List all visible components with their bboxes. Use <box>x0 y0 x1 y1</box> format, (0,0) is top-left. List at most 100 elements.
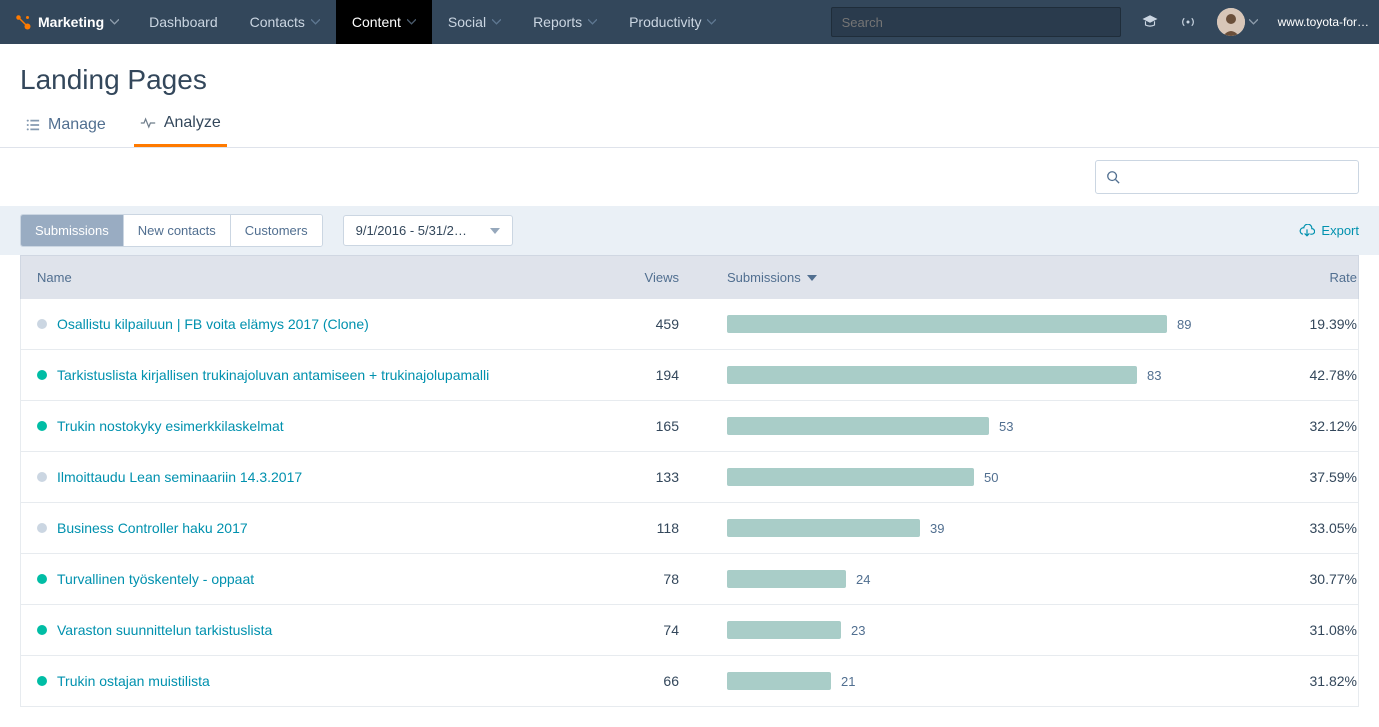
table-row: Business Controller haku 2017 118 39 33.05% <box>20 503 1359 554</box>
hubspot-logo-icon <box>14 13 32 31</box>
cell-rate: 33.05% <box>1217 520 1357 536</box>
toolbar: Submissions New contacts Customers 9/1/2… <box>0 206 1379 255</box>
tab-manage[interactable]: Manage <box>20 104 112 147</box>
brand-menu[interactable]: Marketing <box>0 0 133 44</box>
seg-submissions[interactable]: Submissions <box>21 215 123 246</box>
nav-label: Content <box>352 14 401 30</box>
chevron-down-icon <box>492 19 501 25</box>
subtabs: Manage Analyze <box>0 104 1379 148</box>
nav-contacts[interactable]: Contacts <box>234 0 336 44</box>
page-title: Landing Pages <box>0 44 1379 104</box>
cell-name: Business Controller haku 2017 <box>37 520 557 536</box>
activity-icon <box>140 116 156 130</box>
nav-social[interactable]: Social <box>432 0 517 44</box>
cell-views: 66 <box>557 673 697 689</box>
list-icon <box>26 118 40 132</box>
th-label: Submissions <box>727 270 801 285</box>
cell-rate: 19.39% <box>1217 316 1357 332</box>
status-dot <box>37 472 47 482</box>
cell-rate: 42.78% <box>1217 367 1357 383</box>
status-dot <box>37 370 47 380</box>
cell-rate: 32.12% <box>1217 418 1357 434</box>
cell-rate: 31.08% <box>1217 622 1357 638</box>
tab-analyze[interactable]: Analyze <box>134 104 227 147</box>
chevron-down-icon <box>1249 19 1258 25</box>
nav-content[interactable]: Content <box>336 0 432 44</box>
submissions-value: 39 <box>930 521 944 536</box>
avatar <box>1217 8 1245 36</box>
page-name-link[interactable]: Business Controller haku 2017 <box>57 520 248 536</box>
tab-label: Analyze <box>164 114 221 132</box>
seg-new-contacts[interactable]: New contacts <box>123 215 230 246</box>
table-header: Name Views Submissions Rate <box>20 255 1359 299</box>
user-menu[interactable] <box>1207 0 1268 44</box>
filter-bar <box>0 148 1379 206</box>
th-views[interactable]: Views <box>557 270 697 285</box>
nav-label: Dashboard <box>149 14 218 30</box>
cell-rate: 37.59% <box>1217 469 1357 485</box>
global-search[interactable] <box>831 7 1121 37</box>
page-name-link[interactable]: Trukin ostajan muistilista <box>57 673 210 689</box>
metric-segment: Submissions New contacts Customers <box>20 214 323 247</box>
page-name-link[interactable]: Trukin nostokyky esimerkkilaskelmat <box>57 418 284 434</box>
status-dot <box>37 574 47 584</box>
table-row: Varaston suunnittelun tarkistuslista7423… <box>20 605 1359 656</box>
page-name-link[interactable]: Tarkistuslista kirjallisen trukinajoluva… <box>57 367 489 383</box>
filter-search-input[interactable] <box>1128 169 1348 185</box>
cell-name: Varaston suunnittelun tarkistuslista <box>37 622 557 638</box>
nav-reports[interactable]: Reports <box>517 0 613 44</box>
nav-label: Reports <box>533 14 582 30</box>
nav-dashboard[interactable]: Dashboard <box>133 0 234 44</box>
chevron-down-icon <box>311 19 320 25</box>
cell-name: Ilmoittaudu Lean seminaariin 14.3.2017 <box>37 469 557 485</box>
table-row: Trukin nostokyky esimerkkilaskelmat16553… <box>20 401 1359 452</box>
site-switcher[interactable]: www.toyota-for… <box>1268 15 1379 29</box>
chevron-down-icon <box>407 19 416 25</box>
submissions-bar <box>727 315 1167 333</box>
date-range-label: 9/1/2016 - 5/31/2… <box>356 223 467 238</box>
cell-name: Tarkistuslista kirjallisen trukinajoluva… <box>37 367 557 383</box>
search-icon <box>1106 170 1120 184</box>
status-dot <box>37 421 47 431</box>
table-row: Turvallinen työskentely - oppaat782430.7… <box>20 554 1359 605</box>
status-dot <box>37 676 47 686</box>
cell-submissions: 53 <box>697 417 1217 435</box>
submissions-value: 89 <box>1177 317 1191 332</box>
submissions-bar <box>727 468 974 486</box>
page-name-link[interactable]: Osallistu kilpailuun | FB voita elämys 2… <box>57 316 369 332</box>
export-button[interactable]: Export <box>1299 223 1359 238</box>
broadcast-icon[interactable] <box>1169 0 1207 44</box>
page-name-link[interactable]: Ilmoittaudu Lean seminaariin 14.3.2017 <box>57 469 302 485</box>
landing-pages-table: Name Views Submissions Rate Osallistu ki… <box>0 255 1379 727</box>
table-row: Trukin ostajan muistilista662131.82% <box>20 656 1359 707</box>
global-search-input[interactable] <box>832 15 1120 30</box>
cell-submissions: 39 <box>697 519 1217 537</box>
submissions-bar <box>727 570 846 588</box>
seg-customers[interactable]: Customers <box>230 215 322 246</box>
submissions-value: 53 <box>999 419 1013 434</box>
export-label: Export <box>1321 223 1359 238</box>
filter-search[interactable] <box>1095 160 1359 194</box>
table-row: Ilmoittaudu Lean seminaariin 14.3.201713… <box>20 452 1359 503</box>
submissions-value: 24 <box>856 572 870 587</box>
academy-icon[interactable] <box>1131 0 1169 44</box>
page-name-link[interactable]: Varaston suunnittelun tarkistuslista <box>57 622 272 638</box>
th-name[interactable]: Name <box>37 270 557 285</box>
nav-productivity[interactable]: Productivity <box>613 0 732 44</box>
submissions-value: 83 <box>1147 368 1161 383</box>
date-range-picker[interactable]: 9/1/2016 - 5/31/2… <box>343 215 513 246</box>
cell-name: Turvallinen työskentely - oppaat <box>37 571 557 587</box>
nav-label: Social <box>448 14 486 30</box>
cell-views: 459 <box>557 316 697 332</box>
page-name-link[interactable]: Turvallinen työskentely - oppaat <box>57 571 254 587</box>
nav-label: Contacts <box>250 14 305 30</box>
cell-views: 74 <box>557 622 697 638</box>
th-rate[interactable]: Rate <box>1217 270 1357 285</box>
th-submissions[interactable]: Submissions <box>697 270 1217 285</box>
sort-desc-icon <box>807 275 817 281</box>
submissions-bar <box>727 672 831 690</box>
status-dot <box>37 523 47 533</box>
cell-submissions: 89 <box>697 315 1217 333</box>
chevron-down-icon <box>588 19 597 25</box>
cell-views: 118 <box>557 520 697 536</box>
